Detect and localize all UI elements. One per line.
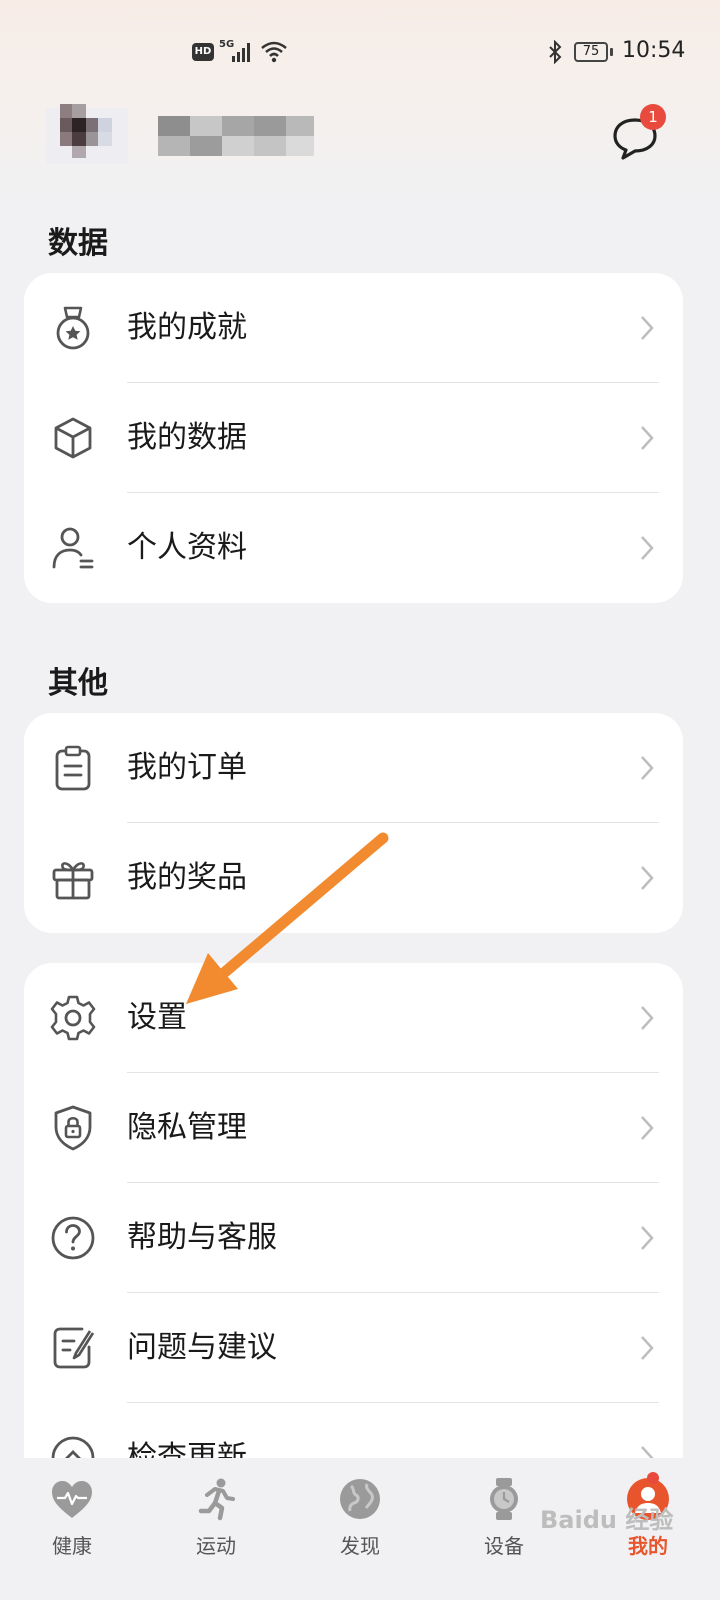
tab-exercise[interactable]: 运动 <box>144 1458 288 1600</box>
section-title-other: 其他 <box>48 666 108 701</box>
cube-icon <box>54 417 92 459</box>
menu-item-label: 帮助与客服 <box>127 1220 277 1255</box>
menu-item-orders[interactable]: 我的订单 <box>24 713 683 823</box>
watch-icon <box>490 1478 518 1520</box>
watermark: Baidu 经验 <box>540 1506 674 1534</box>
menu-item-label: 我的成就 <box>127 310 247 345</box>
menu-item-my-data[interactable]: 我的数据 <box>24 383 683 493</box>
menu-item-achievements[interactable]: 我的成就 <box>24 273 683 383</box>
menu-item-label: 检查更新 <box>127 1440 247 1458</box>
menu-item-privacy[interactable]: 隐私管理 <box>24 1073 683 1183</box>
menu-item-label: 问题与建议 <box>127 1330 277 1365</box>
menu-item-label: 隐私管理 <box>127 1110 247 1145</box>
chevron-right-icon <box>641 756 654 780</box>
tab-label: 运动 <box>196 1534 236 1558</box>
menu-item-label: 我的订单 <box>127 750 247 785</box>
tab-discover[interactable]: 发现 <box>288 1458 432 1600</box>
menu-item-label: 个人资料 <box>127 530 247 565</box>
chevron-right-icon <box>641 1006 654 1030</box>
shield-lock-icon <box>54 1105 92 1151</box>
runner-icon <box>198 1478 235 1521</box>
tab-label: 发现 <box>340 1534 380 1558</box>
menu-item-check-update[interactable]: 检查更新 <box>24 1403 683 1458</box>
clipboard-icon <box>55 745 91 791</box>
update-icon <box>51 1436 95 1458</box>
other-card: 我的订单 我的奖品 <box>24 713 683 933</box>
message-badge: 1 <box>640 104 666 130</box>
hd-indicator: HD <box>192 43 214 61</box>
menu-item-profile[interactable]: 个人资料 <box>24 493 683 603</box>
battery-indicator: 75 <box>574 42 608 62</box>
bluetooth-icon <box>549 40 562 64</box>
menu-item-feedback[interactable]: 问题与建议 <box>24 1293 683 1403</box>
chevron-right-icon <box>641 1336 654 1360</box>
gift-icon <box>52 862 94 900</box>
clock: 10:54 <box>622 38 686 63</box>
chevron-right-icon <box>641 866 654 890</box>
wifi-icon <box>261 41 287 63</box>
chevron-right-icon <box>641 1226 654 1250</box>
menu-item-label: 设置 <box>127 1000 187 1035</box>
menu-item-label: 我的数据 <box>127 420 247 455</box>
user-name <box>158 116 314 156</box>
chevron-right-icon <box>641 536 654 560</box>
tab-label: 健康 <box>52 1534 92 1558</box>
menu-item-help[interactable]: 帮助与客服 <box>24 1183 683 1293</box>
settings-card: 设置 隐私管理 帮助与客服 问题与建议 检查更新 <box>24 963 683 1458</box>
chevron-right-icon <box>641 316 654 340</box>
feedback-icon <box>53 1327 95 1369</box>
heart-icon <box>52 1481 92 1518</box>
notification-dot <box>647 1472 659 1484</box>
chevron-right-icon <box>641 426 654 450</box>
globe-icon <box>340 1479 380 1519</box>
menu-item-label: 我的奖品 <box>127 860 247 895</box>
status-bar: HD 5G 75 10:54 <box>0 0 720 100</box>
section-title-data: 数据 <box>48 226 108 261</box>
gear-icon <box>50 995 96 1041</box>
chevron-right-icon <box>641 1446 654 1458</box>
menu-item-settings[interactable]: 设置 <box>24 963 683 1073</box>
medal-icon <box>56 306 90 350</box>
user-avatar[interactable] <box>46 100 128 172</box>
chevron-right-icon <box>641 1116 654 1140</box>
signal-icon <box>232 43 250 62</box>
tab-health[interactable]: 健康 <box>0 1458 144 1600</box>
person-icon <box>52 527 94 569</box>
data-card: 我的成就 我的数据 个人资料 <box>24 273 683 603</box>
help-icon <box>51 1216 95 1260</box>
menu-item-prizes[interactable]: 我的奖品 <box>24 823 683 933</box>
battery-cap <box>610 48 613 56</box>
